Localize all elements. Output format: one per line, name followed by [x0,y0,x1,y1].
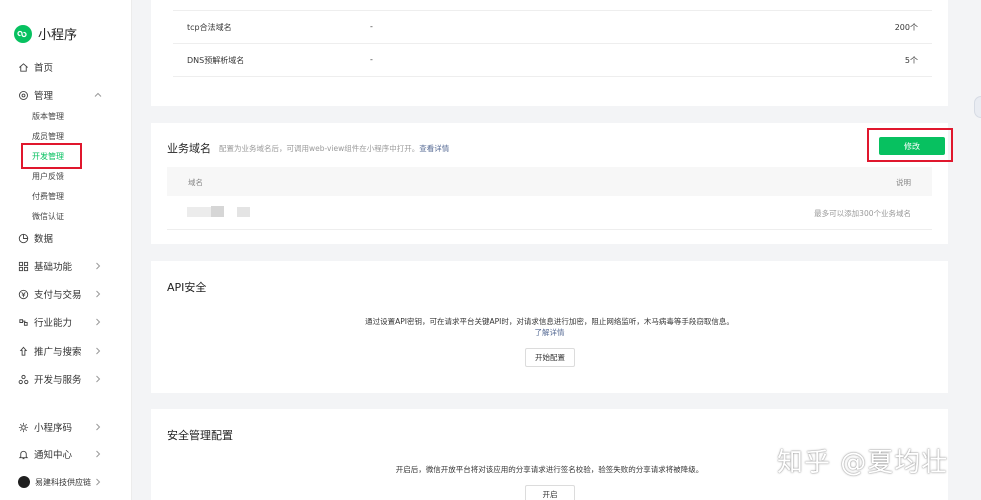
blurred-domain [237,207,250,217]
home-icon [18,62,29,73]
dev-service-icon [18,374,29,385]
settings-icon [18,90,29,101]
blurred-domain [211,206,224,217]
sub-pay-manage[interactable]: 付费管理 [32,191,64,202]
dev-manage-highlight [21,143,82,169]
chevron-right-icon [93,374,103,384]
chevron-right-icon [93,477,103,487]
domain-table-header: 域名 说明 [167,167,932,196]
domain-table-row: 最多可以添加300个业务域名 [167,196,932,230]
chevron-right-icon [93,317,103,327]
sub-wechat-verify[interactable]: 微信认证 [32,211,64,222]
edit-button-highlight [867,128,953,162]
api-security-title: API安全 [167,281,207,294]
app-name: 小程序 [38,28,78,43]
chevron-right-icon [93,422,103,432]
table-row [173,0,932,11]
industry-icon [18,317,29,328]
nav-industry[interactable]: 行业能力 [0,311,131,333]
nav-payment[interactable]: 支付与交易 [0,283,131,305]
side-float-tab[interactable] [974,96,981,118]
business-domain-desc: 配置为业务域名后，可调用web-view组件在小程序中打开。查看详情 [219,144,450,153]
miniprogram-logo-icon [14,24,32,43]
nav-qrcode[interactable]: 小程序码 [0,416,131,438]
qrcode-icon [18,422,29,433]
nav-notifications[interactable]: 通知中心 [0,443,131,465]
avatar [18,476,30,488]
table-row: DNS预解析域名 - 5个 [173,44,932,77]
chevron-right-icon [93,346,103,356]
grid-icon [18,261,29,272]
business-domain-card: 业务域名 配置为业务域名后，可调用web-view组件在小程序中打开。查看详情 … [151,123,953,244]
nav-promotion[interactable]: 推广与搜索 [0,340,131,362]
security-config-title: 安全管理配置 [167,429,233,442]
watermark: 知乎 @夏均壮 [777,448,949,478]
nav-home[interactable]: 首页 [0,56,131,78]
scrollbar[interactable] [976,0,981,500]
view-detail-link[interactable]: 查看详情 [419,144,449,153]
nav-manage[interactable]: 管理 [0,84,131,106]
sub-user-feedback[interactable]: 用户反馈 [32,171,64,182]
table-row: tcp合法域名 - 200个 [173,11,932,44]
nav-account[interactable]: 易建科技供应链 [0,471,131,493]
start-config-button[interactable]: 开始配置 [525,348,575,367]
chevron-right-icon [93,449,103,459]
payment-icon [18,289,29,300]
chevron-up-icon [93,90,103,100]
promotion-icon [18,346,29,357]
nav-data[interactable]: 数据 [0,227,131,249]
nav-dev-service[interactable]: 开发与服务 [0,368,131,390]
learn-more-link[interactable]: 了解详情 [151,327,948,338]
enable-button[interactable]: 开启 [525,485,575,500]
api-security-card: API安全 通过设置API密钥，可在请求平台关键API时，对请求信息进行加密，阻… [151,261,948,393]
sidebar: 小程序 首页 管理 版本管理 成员管理 开发管理 用户反馈 付费管理 微信认证 … [0,0,132,500]
api-security-desc: 通过设置API密钥，可在请求平台关键API时，对请求信息进行加密，阻止网络监听，… [365,317,734,326]
app-logo[interactable]: 小程序 [14,24,77,43]
server-domain-card: tcp合法域名 - 200个 DNS预解析域名 - 5个 [151,0,948,106]
nav-basic-functions[interactable]: 基础功能 [0,255,131,277]
bell-icon [18,449,29,460]
sub-member-manage[interactable]: 成员管理 [32,131,64,142]
data-icon [18,233,29,244]
chevron-right-icon [93,261,103,271]
chevron-right-icon [93,289,103,299]
sub-version-manage[interactable]: 版本管理 [32,111,64,122]
business-domain-title: 业务域名 [167,142,211,155]
